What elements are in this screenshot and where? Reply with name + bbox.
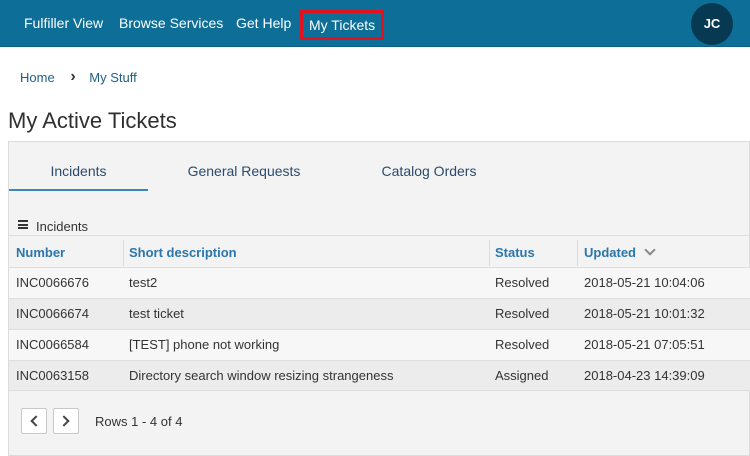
nav-my-tickets[interactable]: My Tickets [300, 10, 385, 40]
incident-updated: 2018-05-21 10:04:06 [584, 275, 705, 290]
nav-fulfiller-view[interactable]: Fulfiller View [24, 15, 103, 31]
incident-number[interactable]: INC0066584 [16, 330, 89, 360]
ticket-tabs: Incidents General Requests Catalog Order… [9, 142, 750, 192]
incident-number[interactable]: INC0063158 [16, 361, 89, 390]
incident-status: Resolved [495, 275, 550, 290]
list-header: Incidents [9, 208, 750, 238]
column-divider [123, 240, 124, 266]
rows-count-text: Rows 1 - 4 of 4 [95, 414, 183, 429]
incident-status: Resolved [495, 337, 550, 352]
nav-browse-services[interactable]: Browse Services [119, 15, 223, 31]
chevron-right-icon [58, 415, 70, 427]
incident-description: test ticket [129, 306, 184, 321]
table-row[interactable]: INC0066676 test2 Resolved 2018-05-21 10:… [9, 267, 750, 298]
column-divider [577, 240, 578, 266]
top-navigation-bar: Fulfiller View Browse Services Get Help … [0, 0, 750, 47]
column-header-updated-label: Updated [584, 245, 636, 260]
breadcrumb-my-stuff[interactable]: My Stuff [89, 70, 136, 85]
column-header-updated[interactable]: Updated [584, 236, 656, 267]
chevron-right-icon: › [70, 68, 76, 85]
hamburger-icon[interactable] [18, 220, 28, 229]
column-header-short-description[interactable]: Short description [129, 236, 237, 267]
incident-number[interactable]: INC0066674 [16, 299, 89, 329]
column-header-number[interactable]: Number [16, 236, 65, 267]
column-divider [489, 240, 490, 266]
tab-catalog-orders[interactable]: Catalog Orders [359, 142, 499, 191]
incident-status: Resolved [495, 306, 550, 321]
incident-number[interactable]: INC0066676 [16, 268, 89, 298]
incident-description: Directory search window resizing strange… [129, 368, 394, 383]
user-avatar[interactable]: JC [691, 3, 733, 45]
incident-updated: 2018-04-23 14:39:09 [584, 368, 705, 383]
incident-description: [TEST] phone not working [129, 337, 280, 352]
next-page-button[interactable] [53, 408, 79, 434]
chevron-down-icon[interactable] [644, 244, 656, 256]
incident-updated: 2018-05-21 07:05:51 [584, 337, 705, 352]
incident-description: test2 [129, 275, 158, 290]
previous-page-button[interactable] [21, 408, 47, 434]
table-header-row: Number Short description Status Updated [9, 235, 750, 267]
tickets-panel: Incidents General Requests Catalog Order… [8, 141, 750, 456]
table-row[interactable]: INC0066584 [TEST] phone not working Reso… [9, 329, 750, 360]
nav-get-help[interactable]: Get Help [236, 15, 291, 31]
page-title: My Active Tickets [8, 108, 177, 133]
incident-updated: 2018-05-21 10:01:32 [584, 306, 705, 321]
tab-general-requests[interactable]: General Requests [169, 142, 319, 191]
list-title: Incidents [36, 219, 89, 234]
breadcrumb: Home › My Stuff [20, 68, 137, 86]
chevron-left-icon [30, 415, 42, 427]
incident-status: Assigned [495, 368, 549, 383]
breadcrumb-home[interactable]: Home [20, 70, 55, 85]
tab-incidents[interactable]: Incidents [9, 142, 148, 191]
column-header-status[interactable]: Status [495, 236, 535, 267]
table-row[interactable]: INC0063158 Directory search window resiz… [9, 360, 750, 391]
table-row[interactable]: INC0066674 test ticket Resolved 2018-05-… [9, 298, 750, 329]
pagination: Rows 1 - 4 of 4 [21, 408, 741, 440]
